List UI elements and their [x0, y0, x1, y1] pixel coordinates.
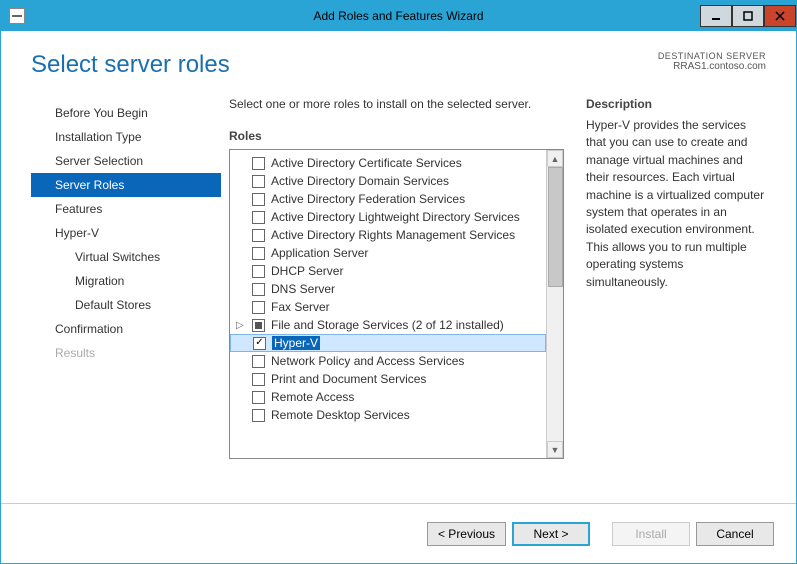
titlebar: Add Roles and Features Wizard [1, 1, 796, 31]
sidebar-item-default-stores[interactable]: Default Stores [31, 293, 221, 317]
sidebar-item-features[interactable]: Features [31, 197, 221, 221]
sidebar-item-confirmation[interactable]: Confirmation [31, 317, 221, 341]
scroll-up-icon[interactable]: ▲ [547, 150, 563, 167]
sidebar-item-virtual-switches[interactable]: Virtual Switches [31, 245, 221, 269]
role-label: File and Storage Services (2 of 12 insta… [271, 318, 504, 332]
role-label: Active Directory Certificate Services [271, 156, 462, 170]
scroll-thumb[interactable] [548, 167, 563, 287]
checkbox[interactable] [252, 211, 265, 224]
role-row[interactable]: Active Directory Certificate Services [230, 154, 546, 172]
role-row[interactable]: DNS Server [230, 280, 546, 298]
role-row[interactable]: Active Directory Rights Management Servi… [230, 226, 546, 244]
role-row[interactable]: Active Directory Domain Services [230, 172, 546, 190]
sidebar-item-server-roles[interactable]: Server Roles [31, 173, 221, 197]
maximize-button[interactable] [732, 5, 764, 27]
role-row[interactable]: Network Policy and Access Services [230, 352, 546, 370]
roles-list[interactable]: Active Directory Certificate Services Act… [230, 150, 546, 458]
role-row[interactable]: Fax Server [230, 298, 546, 316]
role-row[interactable]: Active Directory Federation Services [230, 190, 546, 208]
description-label: Description [586, 97, 766, 111]
role-label: Hyper-V [272, 336, 320, 350]
footer: < Previous Next > Install Cancel [1, 503, 796, 563]
description-text: Hyper-V provides the services that you c… [586, 117, 766, 291]
instruction-text: Select one or more roles to install on t… [229, 97, 564, 111]
checkbox[interactable] [252, 229, 265, 242]
expand-icon[interactable]: ▷ [236, 320, 244, 331]
role-label: DHCP Server [271, 264, 343, 278]
checkbox[interactable] [252, 157, 265, 170]
destination-label: DESTINATION SERVER [658, 51, 766, 61]
checkbox[interactable] [252, 373, 265, 386]
checkbox[interactable] [252, 193, 265, 206]
checkbox[interactable] [252, 283, 265, 296]
sidebar-item-server-selection[interactable]: Server Selection [31, 149, 221, 173]
role-row[interactable]: DHCP Server [230, 262, 546, 280]
role-label: Fax Server [271, 300, 330, 314]
role-label: Remote Access [271, 390, 354, 404]
wizard-sidebar: Before You BeginInstallation TypeServer … [31, 97, 221, 503]
previous-button[interactable]: < Previous [427, 522, 506, 546]
role-row[interactable]: Remote Desktop Services [230, 406, 546, 424]
scrollbar[interactable]: ▲ ▼ [546, 150, 563, 458]
wizard-window: Add Roles and Features Wizard Select ser… [0, 0, 797, 564]
page-heading: Select server roles [31, 51, 230, 79]
role-row[interactable]: Remote Access [230, 388, 546, 406]
checkbox[interactable] [252, 175, 265, 188]
role-row[interactable]: Active Directory Lightweight Directory S… [230, 208, 546, 226]
role-label: Active Directory Lightweight Directory S… [271, 210, 520, 224]
checkbox[interactable] [252, 391, 265, 404]
role-row[interactable]: ▷ File and Storage Services (2 of 12 inst… [230, 316, 546, 334]
role-label: Print and Document Services [271, 372, 426, 386]
role-label: Network Policy and Access Services [271, 354, 464, 368]
role-label: Active Directory Rights Management Servi… [271, 228, 515, 242]
app-icon [9, 8, 25, 24]
role-row[interactable]: Hyper-V [230, 334, 546, 352]
role-label: Remote Desktop Services [271, 408, 410, 422]
checkbox[interactable] [252, 319, 265, 332]
sidebar-item-results: Results [31, 341, 221, 365]
destination-server: RRAS1.contoso.com [658, 61, 766, 72]
checkbox[interactable] [252, 409, 265, 422]
roles-label: Roles [229, 129, 564, 143]
checkbox[interactable] [253, 337, 266, 350]
minimize-button[interactable] [700, 5, 732, 27]
sidebar-item-installation-type[interactable]: Installation Type [31, 125, 221, 149]
roles-listbox: Active Directory Certificate Services Act… [229, 149, 564, 459]
scroll-track[interactable] [548, 167, 563, 441]
role-label: Application Server [271, 246, 368, 260]
role-label: DNS Server [271, 282, 335, 296]
sidebar-item-before-you-begin[interactable]: Before You Begin [31, 101, 221, 125]
next-button[interactable]: Next > [512, 522, 590, 546]
checkbox[interactable] [252, 355, 265, 368]
checkbox[interactable] [252, 301, 265, 314]
install-button: Install [612, 522, 690, 546]
cancel-button[interactable]: Cancel [696, 522, 774, 546]
role-label: Active Directory Domain Services [271, 174, 449, 188]
sidebar-item-migration[interactable]: Migration [31, 269, 221, 293]
window-title: Add Roles and Features Wizard [313, 9, 483, 23]
role-row[interactable]: Application Server [230, 244, 546, 262]
role-label: Active Directory Federation Services [271, 192, 465, 206]
checkbox[interactable] [252, 247, 265, 260]
scroll-down-icon[interactable]: ▼ [547, 441, 563, 458]
checkbox[interactable] [252, 265, 265, 278]
role-row[interactable]: Print and Document Services [230, 370, 546, 388]
sidebar-item-hyper-v[interactable]: Hyper-V [31, 221, 221, 245]
content-area: Select server roles DESTINATION SERVER R… [1, 31, 796, 503]
close-button[interactable] [764, 5, 796, 27]
destination-info: DESTINATION SERVER RRAS1.contoso.com [658, 51, 766, 72]
